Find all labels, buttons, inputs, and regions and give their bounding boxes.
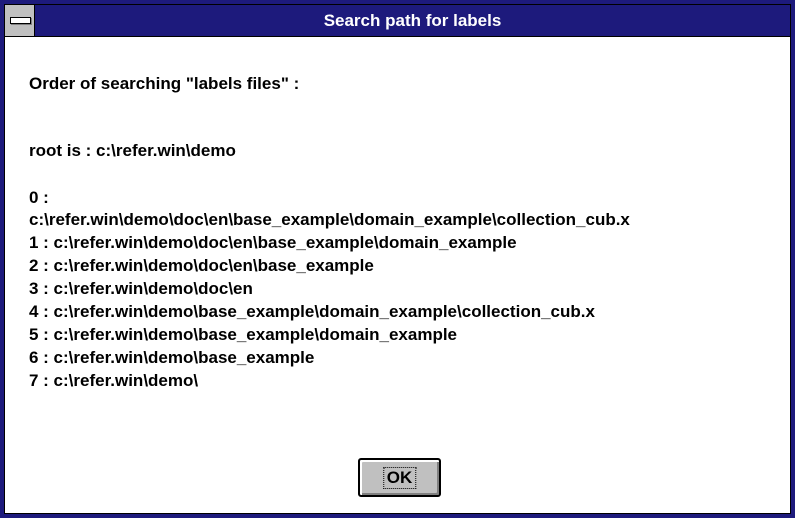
path-line: c:\refer.win\demo\doc\en\base_example\do… <box>29 210 630 229</box>
title-bar[interactable]: Search path for labels <box>5 5 790 37</box>
dialog-window: Search path for labels Order of searchin… <box>0 0 795 518</box>
window-title: Search path for labels <box>323 11 502 30</box>
path-line: 4 : c:\refer.win\demo\base_example\domai… <box>29 302 595 321</box>
system-menu-button[interactable] <box>5 5 35 36</box>
ok-button[interactable]: OK <box>358 458 441 497</box>
system-menu-icon <box>10 17 31 24</box>
path-line: 0 : <box>29 188 49 207</box>
path-line: 1 : c:\refer.win\demo\doc\en\base_exampl… <box>29 233 517 252</box>
path-line: 6 : c:\refer.win\demo\base_example <box>29 348 315 367</box>
ok-button-label: OK <box>382 466 417 489</box>
search-order-heading: Order of searching "labels files" : <box>29 74 300 93</box>
path-line: 3 : c:\refer.win\demo\doc\en <box>29 279 253 298</box>
path-line: 5 : c:\refer.win\demo\base_example\domai… <box>29 325 458 344</box>
dialog-body: Order of searching "labels files" : root… <box>5 37 790 513</box>
path-line: 2 : c:\refer.win\demo\doc\en\base_exampl… <box>29 256 374 275</box>
path-line: 7 : c:\refer.win\demo\ <box>29 371 199 390</box>
root-path-text: root is : c:\refer.win\demo <box>29 141 236 160</box>
